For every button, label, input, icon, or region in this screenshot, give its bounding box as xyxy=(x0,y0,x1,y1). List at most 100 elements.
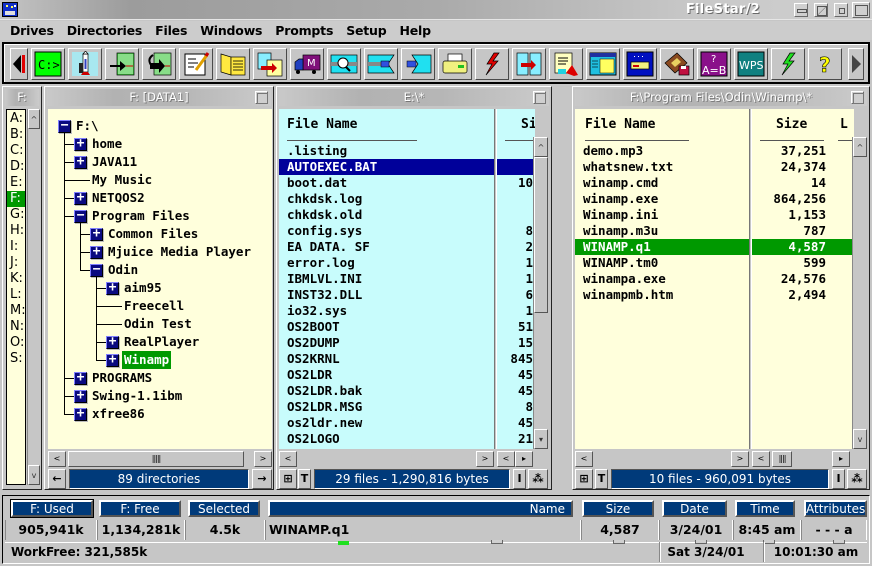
expand-icon[interactable]: + xyxy=(74,407,87,421)
edit-button[interactable] xyxy=(179,48,213,80)
file-size-cell[interactable] xyxy=(497,207,535,223)
file-size-cell[interactable] xyxy=(497,191,535,207)
file-row[interactable]: config.sys xyxy=(279,223,494,239)
menu-files[interactable]: Files xyxy=(149,21,194,40)
file-row[interactable]: winamp.m3u xyxy=(575,223,749,239)
file-row[interactable]: WINAMP.q1 xyxy=(575,239,749,255)
tree-node-label[interactable]: Mjuice Media Player xyxy=(106,243,253,261)
file-size-cell[interactable] xyxy=(497,143,535,159)
column-header-extra[interactable]: L xyxy=(840,117,848,132)
file-row[interactable]: winampmb.htm xyxy=(575,287,749,303)
file-row[interactable]: os2ldr.new xyxy=(279,415,494,431)
drive-item[interactable]: M: xyxy=(7,303,26,319)
drive-scrollbar[interactable]: ^ v xyxy=(27,109,40,485)
text-view-button[interactable]: T xyxy=(595,469,608,489)
file-list-names[interactable]: File Name demo.mp3 whatsnew.txt winamp.cmd… xyxy=(575,109,749,449)
tree-node-label[interactable]: JAVA11 xyxy=(90,153,139,171)
file-row[interactable]: error.log xyxy=(279,255,494,271)
sizes-hscrollbar[interactable]: < |||| ▸ xyxy=(752,451,850,467)
file-size-cell[interactable]: 10 xyxy=(497,175,535,191)
time-header-button[interactable]: Time xyxy=(735,500,795,517)
scroll-down-button[interactable]: v xyxy=(28,465,40,485)
file-size-cell[interactable]: 6 xyxy=(497,287,535,303)
file-size-cell[interactable]: 864,256 xyxy=(752,191,826,207)
expand-icon[interactable]: + xyxy=(106,353,119,367)
move-button[interactable] xyxy=(142,48,176,80)
file-row[interactable]: whatsnew.txt xyxy=(575,159,749,175)
drive-item[interactable]: E: xyxy=(7,175,25,191)
scroll-left-button[interactable]: < xyxy=(497,451,515,467)
expand-icon[interactable]: + xyxy=(74,155,87,169)
file-size-cell[interactable]: 24,374 xyxy=(752,159,826,175)
scroll-thumb[interactable]: ||||| xyxy=(68,451,244,467)
file-size-cell[interactable]: 15 xyxy=(497,335,535,351)
directory-tree[interactable]: − F:\ + home + JAVA11 My Music + NETQOS2− Program… xyxy=(48,109,272,449)
print-button[interactable] xyxy=(438,48,472,80)
icons-view-button[interactable]: ⊞ xyxy=(575,469,593,489)
name-header-button[interactable]: Name xyxy=(268,500,573,517)
file-list-vscrollbar[interactable]: ^ v xyxy=(852,137,867,449)
hide-button[interactable] xyxy=(814,3,828,17)
tree-view-button[interactable]: ⁂ xyxy=(528,469,548,489)
file-row[interactable]: OS2BOOT xyxy=(279,319,494,335)
file-list-vscrollbar[interactable]: ^ ▾ xyxy=(533,137,548,449)
app-icon[interactable] xyxy=(2,2,18,17)
copy-button[interactable] xyxy=(105,48,139,80)
file-size-cell[interactable]: 24,576 xyxy=(752,271,826,287)
tree-node-label[interactable]: aim95 xyxy=(122,279,164,297)
drive-item[interactable]: D: xyxy=(7,159,25,175)
file-size-cell[interactable]: 1 xyxy=(497,303,535,319)
file-list-names[interactable]: File Name .listing AUTOEXEC.BAT boot.dat ch… xyxy=(279,109,494,449)
tree-node-label[interactable]: xfree86 xyxy=(90,405,147,423)
file-size-cell[interactable]: 21 xyxy=(497,447,535,449)
text-view-button[interactable]: T xyxy=(298,469,311,489)
file-row[interactable]: io32.sys xyxy=(279,303,494,319)
panel-maximize-button[interactable] xyxy=(851,91,864,104)
scroll-left-button[interactable]: < xyxy=(48,451,66,467)
drive-item[interactable]: L: xyxy=(7,287,25,303)
tree-node-label[interactable]: Freecell xyxy=(122,297,186,315)
restore-button[interactable] xyxy=(834,3,848,17)
expand-icon[interactable]: + xyxy=(90,245,103,259)
tree-view-button[interactable]: ⁂ xyxy=(847,469,867,489)
file-size-cell[interactable]: 21 xyxy=(497,431,535,447)
collapse-icon[interactable]: − xyxy=(58,119,71,133)
file-size-cell[interactable]: 45 xyxy=(497,415,535,431)
file-list-sizes[interactable]: Size 10821161511584545458452121 xyxy=(497,109,535,449)
menu-prompts[interactable]: Prompts xyxy=(269,21,340,40)
menu-drives[interactable]: Drives xyxy=(4,21,61,40)
drive-list[interactable]: A: B: C: D: E: F: G: H: I: J: K: L: M: N: O: S: xyxy=(6,109,26,485)
drive-item[interactable]: I: xyxy=(7,239,25,255)
file-row[interactable]: WINAMP.tm0 xyxy=(575,255,749,271)
scroll-right-button[interactable] xyxy=(848,48,864,80)
attributes-header-button[interactable]: Attributes xyxy=(804,500,867,517)
file-row[interactable]: os2logo.new xyxy=(279,447,494,449)
file-size-cell[interactable] xyxy=(497,159,535,175)
minimize-button[interactable] xyxy=(794,3,808,17)
tree-node-label[interactable]: home xyxy=(90,135,124,153)
size-header-button[interactable]: Size xyxy=(582,500,654,517)
drive-item[interactable]: A: xyxy=(7,111,25,127)
file-size-cell[interactable]: 37,251 xyxy=(752,143,826,159)
sizes-hscrollbar[interactable]: < ▸ xyxy=(497,451,533,467)
expand-icon[interactable]: + xyxy=(74,389,87,403)
tree-node-label[interactable]: Winamp xyxy=(122,351,172,369)
drive-item[interactable]: K: xyxy=(7,271,25,287)
expand-icon[interactable]: + xyxy=(106,335,119,349)
drive-item[interactable]: O: xyxy=(7,335,25,351)
file-row[interactable]: chkdsk.log xyxy=(279,191,494,207)
file-size-cell[interactable]: 45 xyxy=(497,383,535,399)
scroll-right-button[interactable]: > xyxy=(731,451,749,467)
menu-help[interactable]: Help xyxy=(394,21,438,40)
drive-item[interactable]: J: xyxy=(7,255,25,271)
find-button[interactable] xyxy=(549,48,583,80)
help-button[interactable]: ? xyxy=(808,48,842,80)
drive-item[interactable]: G: xyxy=(7,207,25,223)
names-hscrollbar[interactable]: < > xyxy=(279,451,494,467)
tree-node-label[interactable]: F:\ xyxy=(74,117,101,135)
maximize-button[interactable] xyxy=(852,2,870,18)
file-size-cell[interactable]: 14 xyxy=(752,175,826,191)
file-row[interactable]: EA DATA. SF xyxy=(279,239,494,255)
drive-item[interactable]: B: xyxy=(7,127,25,143)
column-header-name[interactable]: File Name xyxy=(287,117,357,132)
